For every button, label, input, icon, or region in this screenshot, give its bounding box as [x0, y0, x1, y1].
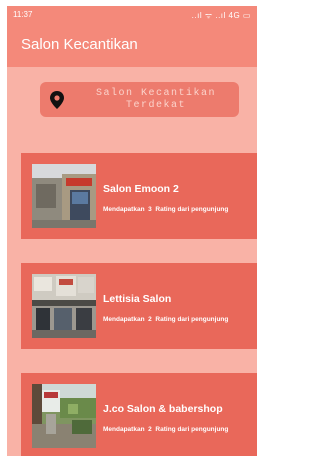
salon-name: Salon Emoon 2 — [103, 183, 179, 195]
app-title: Salon Kecantikan — [21, 36, 138, 53]
status-bar: 11:37 ..ıl ᯤ ..ıl 4G ▭ — [7, 6, 257, 24]
salon-photo — [32, 384, 96, 448]
salon-rating: Mendapatkan 2 Rating dari pengunjung — [103, 426, 229, 433]
salon-card-lettisia[interactable]: Lettisia Salon Mendapatkan 2 Rating dari… — [21, 263, 257, 349]
salon-name: Lettisia Salon — [103, 293, 172, 305]
nearby-salon-button[interactable]: Salon Kecantikan Terdekat — [40, 82, 239, 117]
salon-card-emoon[interactable]: Salon Emoon 2 Mendapatkan 3 Rating dari … — [21, 153, 257, 239]
salon-rating: Mendapatkan 3 Rating dari pengunjung — [103, 206, 229, 213]
status-time: 11:37 — [13, 10, 33, 19]
salon-card-jco[interactable]: J.co Salon & babershop Mendapatkan 2 Rat… — [21, 373, 257, 456]
status-indicators: ..ıl ᯤ ..ıl 4G ▭ — [191, 11, 251, 20]
app-bar: Salon Kecantikan — [7, 24, 257, 67]
salon-photo — [32, 164, 96, 228]
nearby-salon-label: Salon Kecantikan Terdekat — [95, 88, 216, 111]
salon-photo — [32, 274, 96, 338]
salon-name: J.co Salon & babershop — [103, 403, 223, 415]
salon-rating: Mendapatkan 2 Rating dari pengunjung — [103, 316, 229, 323]
map-pin-icon — [50, 91, 64, 109]
app-screen: 11:37 ..ıl ᯤ ..ıl 4G ▭ Salon Kecantikan … — [7, 6, 257, 456]
